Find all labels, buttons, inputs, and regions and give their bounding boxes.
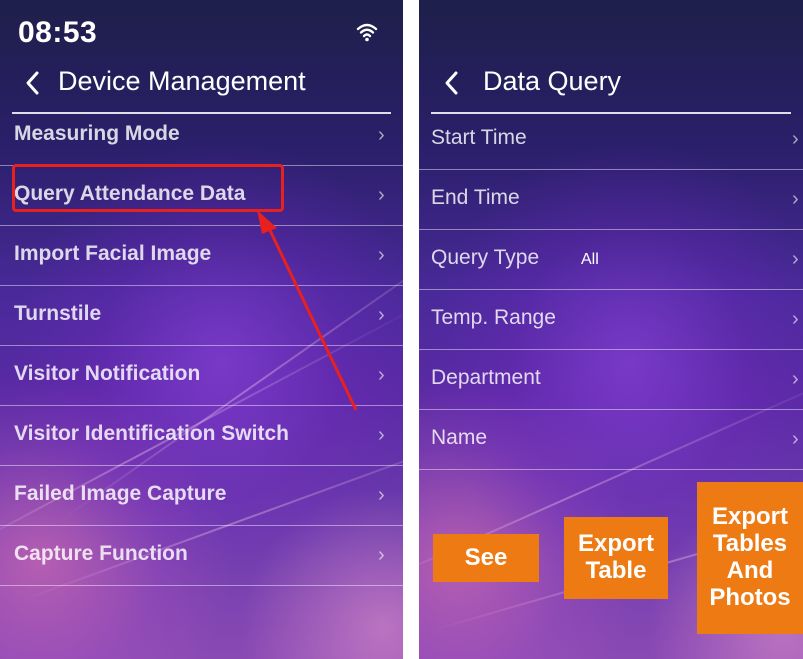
query-field-department[interactable]: Department › — [419, 350, 803, 410]
query-field-label: Query Type — [431, 246, 540, 269]
chevron-right-icon: › — [792, 428, 799, 450]
query-type-value: All — [581, 251, 599, 268]
back-chevron-icon[interactable] — [443, 70, 459, 101]
query-field-name[interactable]: Name › — [419, 410, 803, 470]
query-field-label: End Time — [431, 186, 520, 209]
query-field-label: Temp. Range — [431, 306, 556, 329]
export-table-button[interactable]: Export Table — [564, 517, 668, 599]
annotation-arrow-icon — [257, 210, 358, 411]
chevron-right-icon: › — [792, 188, 799, 210]
device-management-screen: 08:53 Device Management Measuring Mode ›… — [0, 0, 403, 659]
export-tables-and-photos-button[interactable]: Export Tables And Photos — [697, 482, 803, 634]
data-query-screen: Data Query Start Time › End Time › Query… — [419, 0, 803, 659]
query-field-label: Department — [431, 366, 541, 389]
query-field-end-time[interactable]: End Time › — [419, 170, 803, 230]
chevron-right-icon: › — [792, 308, 799, 330]
chevron-right-icon: › — [792, 128, 799, 150]
query-field-label: Start Time — [431, 126, 527, 149]
screen-header: Data Query — [419, 60, 803, 114]
page-title: Data Query — [483, 66, 622, 96]
query-field-label: Name — [431, 426, 488, 449]
query-field-start-time[interactable]: Start Time › — [419, 110, 803, 170]
query-field-temp-range[interactable]: Temp. Range › — [419, 290, 803, 350]
chevron-right-icon: › — [792, 248, 799, 270]
chevron-right-icon: › — [792, 368, 799, 390]
query-field-query-type[interactable]: Query Type All › — [419, 230, 803, 290]
query-filter-menu: Start Time › End Time › Query Type All ›… — [419, 110, 803, 470]
see-button[interactable]: See — [433, 534, 539, 582]
